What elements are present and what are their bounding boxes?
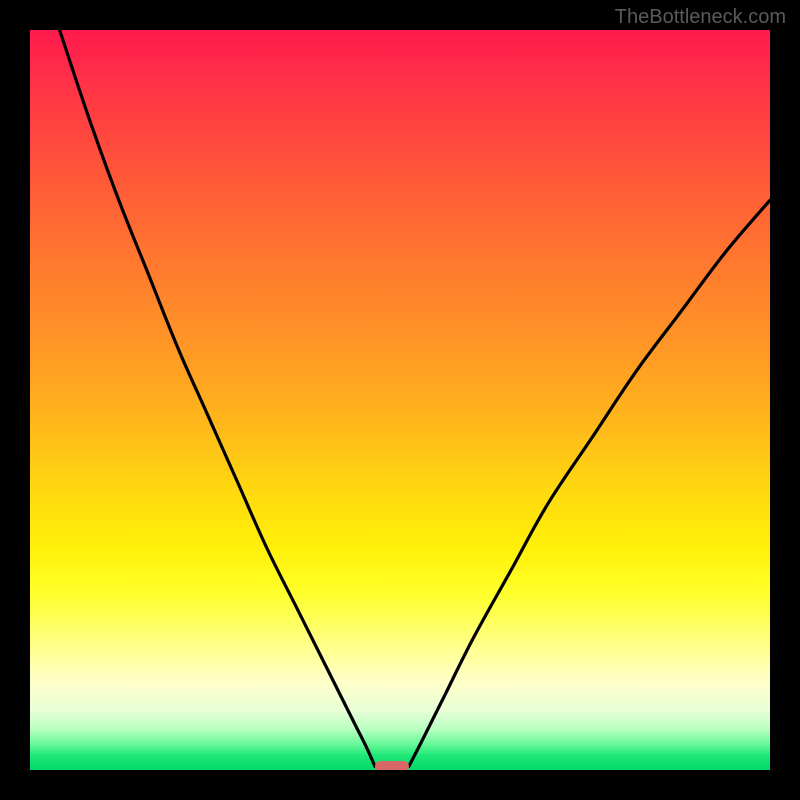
right-curve — [409, 200, 770, 766]
bottleneck-marker — [375, 761, 409, 770]
curves-svg — [30, 30, 770, 770]
left-curve — [60, 30, 375, 766]
watermark-text: TheBottleneck.com — [615, 6, 786, 29]
plot-area — [30, 30, 770, 770]
